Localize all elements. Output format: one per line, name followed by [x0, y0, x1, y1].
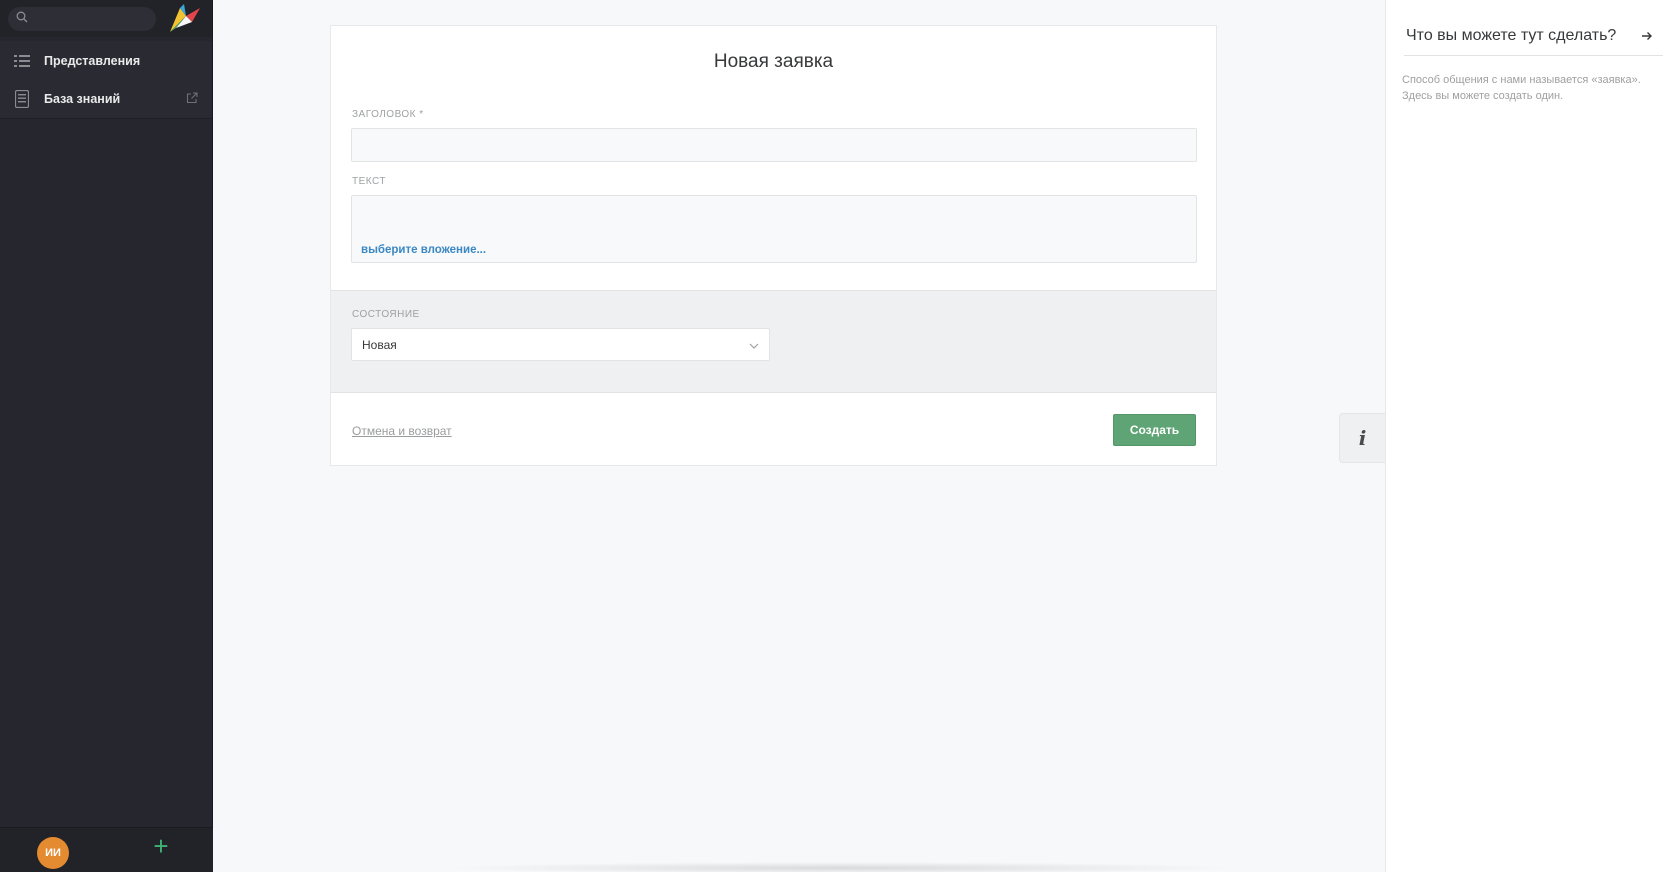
cancel-link[interactable]: Отмена и возврат [352, 424, 452, 438]
sidebar-item-views[interactable]: Представления [0, 41, 212, 80]
arrow-right-icon[interactable] [1641, 29, 1653, 45]
sidebar-item-label: Представления [44, 53, 141, 68]
text-field-label: ТЕКСТ [352, 176, 386, 187]
page-title: Новая заявка [713, 51, 834, 72]
sidebar: Представления База знаний ИИ + [0, 0, 213, 872]
sidebar-header [0, 0, 212, 37]
state-select[interactable]: Новая [351, 328, 770, 361]
help-panel-title: Что вы можете тут сделать? [1406, 26, 1617, 44]
sidebar-item-label: База знаний [44, 92, 121, 106]
chevron-down-icon [749, 339, 759, 353]
create-button[interactable]: Создать [1113, 414, 1196, 446]
help-panel-header: Что вы можете тут сделать? [1404, 16, 1663, 56]
help-panel-text: Способ общения с нами называется «заявка… [1402, 74, 1641, 102]
info-icon: i [1358, 426, 1367, 450]
external-link-icon [186, 92, 198, 107]
sidebar-footer: ИИ + [0, 827, 213, 872]
text-field[interactable]: выберите вложение... [351, 195, 1197, 263]
list-icon [14, 53, 30, 69]
help-panel: Что вы можете тут сделать? Способ общени… [1385, 0, 1680, 872]
bottom-shadow [440, 862, 1240, 872]
title-field[interactable] [351, 128, 1197, 162]
new-ticket-form: Новая заявка ЗАГОЛОВОК * ТЕКСТ выберите … [330, 25, 1217, 466]
search-icon [16, 10, 28, 28]
info-toggle-button[interactable]: i [1339, 413, 1385, 463]
book-icon [14, 90, 30, 108]
state-select-value: Новая [362, 337, 397, 352]
attach-file-link[interactable]: выберите вложение... [361, 244, 486, 256]
add-button[interactable]: + [150, 833, 172, 859]
search-input[interactable] [8, 6, 156, 31]
state-section: СОСТОЯНИЕ Новая [331, 290, 1216, 393]
title-field-label: ЗАГОЛОВОК * [352, 109, 424, 120]
app-logo[interactable] [166, 2, 202, 36]
avatar[interactable]: ИИ [37, 837, 69, 869]
sidebar-item-knowledge-base[interactable]: База знаний [0, 80, 212, 119]
state-field-label: СОСТОЯНИЕ [352, 309, 420, 320]
